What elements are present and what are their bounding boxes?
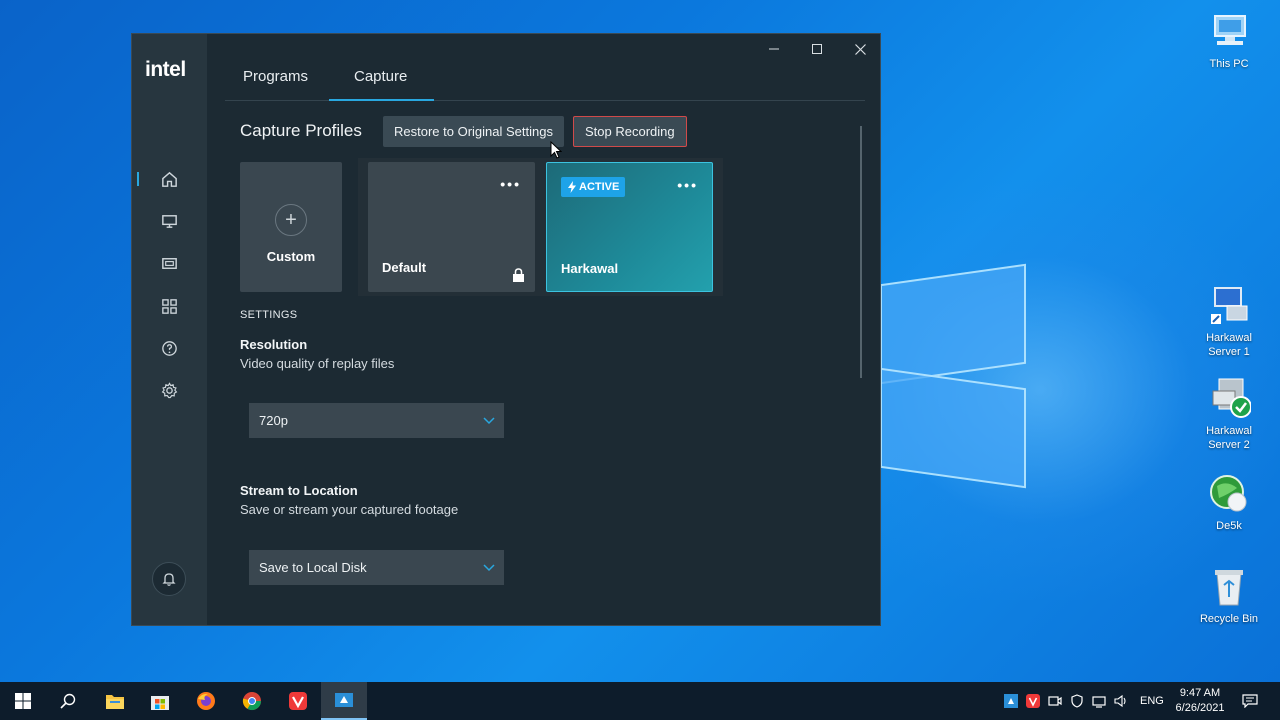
profile-label: Default: [382, 260, 427, 275]
vivaldi-icon[interactable]: [275, 682, 321, 720]
stream-location-description: Save or stream your captured footage: [240, 502, 459, 517]
lightning-icon: [568, 181, 576, 193]
desktop-icon-this-pc[interactable]: This PC: [1191, 10, 1267, 71]
scrollbar[interactable]: [860, 126, 862, 378]
microsoft-store-icon[interactable]: [137, 682, 183, 720]
resolution-title: Resolution: [240, 337, 308, 352]
desktop-icon-de5k[interactable]: De5k: [1191, 472, 1267, 533]
taskbar-clock[interactable]: 9:47 AM 6/26/2021: [1172, 686, 1228, 716]
recycle-bin-icon: [1207, 565, 1251, 609]
windows-logo-wallpaper: [880, 256, 1028, 494]
network-computer-check-icon: [1207, 377, 1252, 421]
minimize-button[interactable]: [760, 40, 788, 58]
tab-active-underline: [329, 99, 434, 101]
desktop-icon-harkawal-server-2[interactable]: Harkawal Server 2: [1191, 377, 1267, 452]
computer-icon: [1207, 10, 1251, 54]
maximize-button[interactable]: [803, 40, 831, 58]
intel-graphics-taskbar-icon[interactable]: [321, 682, 367, 720]
firefox-icon[interactable]: [183, 682, 229, 720]
desktop-icon-harkawal-server-1[interactable]: Harkawal Server 1: [1191, 284, 1267, 359]
sidebar: intel: [132, 34, 207, 625]
start-windows-icon[interactable]: [0, 682, 46, 720]
intel-logo: intel: [145, 58, 186, 81]
stop-recording-button[interactable]: Stop Recording: [573, 116, 687, 147]
clock-date: 6/26/2021: [1175, 702, 1225, 714]
nav-active-indicator: [137, 172, 139, 186]
chrome-icon[interactable]: [229, 682, 275, 720]
profile-card-default[interactable]: ••• Default: [368, 162, 535, 292]
chevron-down-icon: [483, 417, 495, 425]
desktop-icon-recycle-bin[interactable]: Recycle Bin: [1191, 565, 1267, 626]
stream-location-dropdown[interactable]: Save to Local Disk: [249, 550, 504, 585]
help-icon[interactable]: [156, 335, 182, 361]
notifications-bell-icon[interactable]: [152, 562, 186, 596]
tab-bar: Programs Capture: [225, 66, 865, 101]
desktop-icon-label: Harkawal Server 1: [1206, 332, 1252, 358]
plus-icon: +: [275, 204, 307, 236]
capture-profiles-title: Capture Profiles: [240, 121, 362, 140]
network-icon[interactable]: [1092, 694, 1106, 708]
restore-settings-button[interactable]: Restore to Original Settings: [383, 116, 564, 147]
settings-heading: SETTINGS: [240, 309, 298, 321]
tab-capture[interactable]: Capture: [354, 68, 407, 85]
lock-icon: [513, 268, 524, 282]
tab-programs[interactable]: Programs: [243, 68, 308, 85]
apps-grid-icon[interactable]: [156, 293, 182, 319]
clock-time: 9:47 AM: [1179, 687, 1221, 699]
active-badge: ACTIVE: [561, 177, 626, 197]
desktop-icon-label: Harkawal Server 2: [1206, 425, 1252, 451]
profile-label: Custom: [266, 249, 316, 264]
volume-icon[interactable]: [1114, 694, 1128, 708]
close-button[interactable]: [846, 40, 874, 58]
language-indicator[interactable]: ENG: [1140, 695, 1164, 707]
intel-graphics-window: intel Programs Capture Capture Profiles …: [131, 33, 881, 626]
desktop-icon-label: De5k: [1216, 520, 1242, 532]
chevron-down-icon: [483, 564, 495, 572]
resolution-value: 720p: [259, 413, 288, 428]
more-options-icon[interactable]: •••: [677, 177, 698, 193]
system-tray: ENG: [1004, 682, 1164, 720]
action-center-icon[interactable]: [1228, 682, 1272, 720]
file-explorer-icon[interactable]: [92, 682, 138, 720]
profile-label: Harkawal: [561, 261, 619, 276]
stream-location-title: Stream to Location: [240, 483, 358, 498]
remote-desktop-globe-icon: [1207, 472, 1251, 516]
profile-card-custom[interactable]: + Custom: [240, 162, 342, 292]
security-shield-icon[interactable]: [1070, 694, 1084, 708]
vivaldi-tray-icon[interactable]: [1026, 694, 1040, 708]
taskbar: ENG 9:47 AM 6/26/2021: [0, 682, 1280, 720]
home-icon[interactable]: [156, 166, 182, 192]
active-badge-label: ACTIVE: [579, 181, 620, 193]
more-options-icon[interactable]: •••: [500, 176, 521, 192]
video-icon[interactable]: [156, 250, 182, 276]
settings-gear-icon[interactable]: [156, 377, 182, 403]
intel-tray-icon[interactable]: [1004, 694, 1018, 708]
mouse-cursor-icon: [550, 141, 562, 159]
resolution-description: Video quality of replay files: [240, 356, 395, 371]
stream-location-value: Save to Local Disk: [259, 560, 367, 575]
desktop-icon-label: Recycle Bin: [1199, 613, 1259, 625]
profile-card-harkawal[interactable]: ACTIVE ••• Harkawal: [546, 162, 713, 292]
search-icon[interactable]: [45, 682, 91, 720]
network-computer-icon: [1207, 284, 1251, 328]
desktop-icon-label: This PC: [1209, 58, 1249, 70]
resolution-dropdown[interactable]: 720p: [249, 403, 504, 438]
display-icon[interactable]: [156, 208, 182, 234]
camera-tray-icon[interactable]: [1048, 694, 1062, 708]
